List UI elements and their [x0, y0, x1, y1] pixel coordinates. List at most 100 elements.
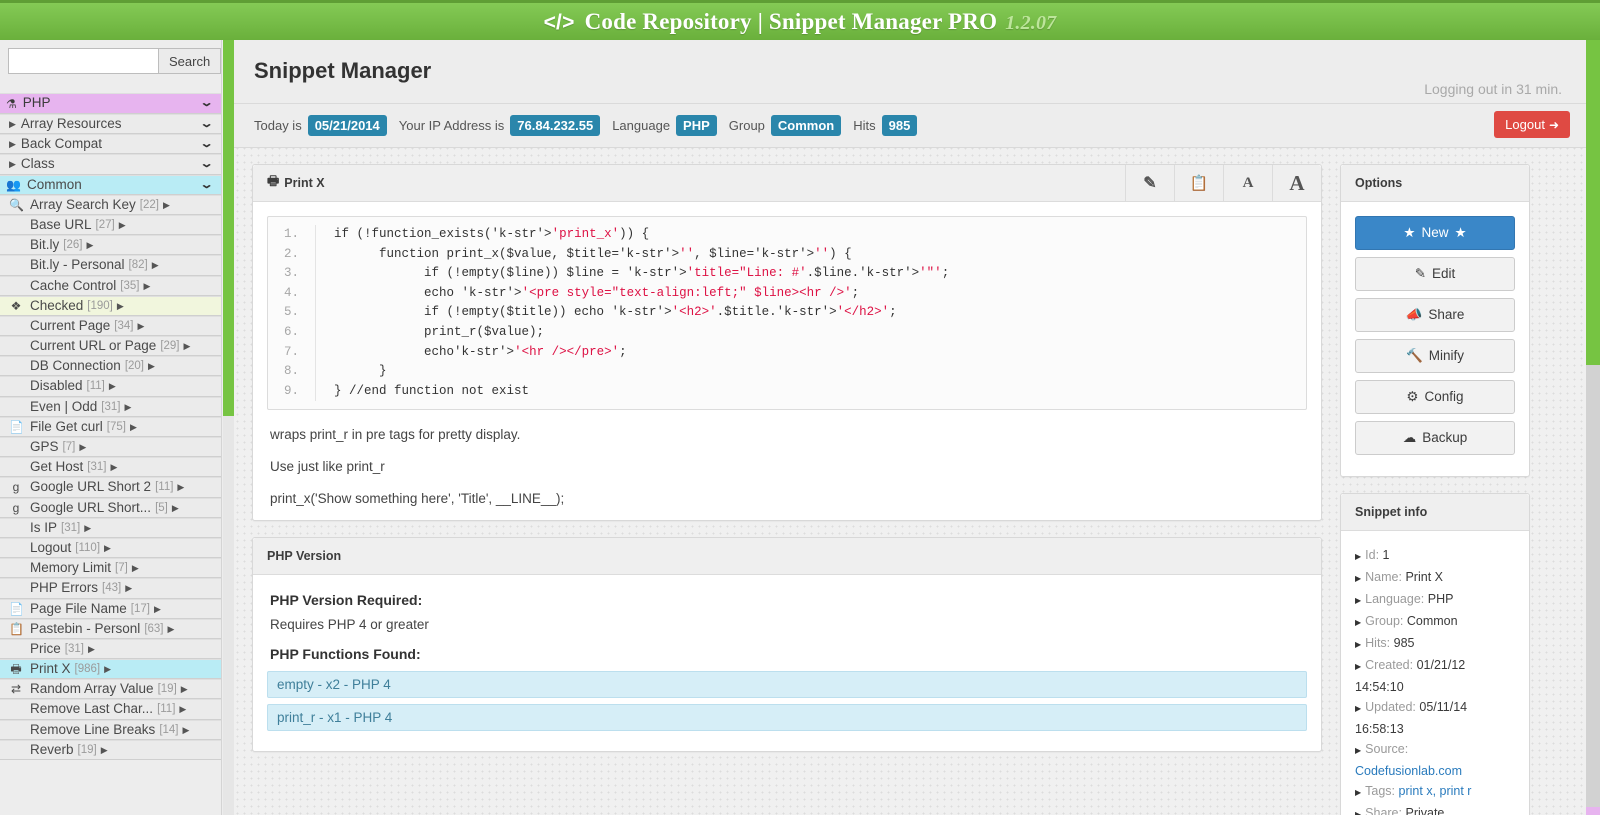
sidebar-snippet-even-odd[interactable]: Even | Odd [31] ▶	[0, 396, 221, 417]
snippet-info-label: Source:	[1365, 742, 1409, 756]
sidebar-snippet-print-x[interactable]: 🖶 Print X [986] ▶	[0, 659, 221, 680]
sidebar-snippet-db-connection[interactable]: DB Connection [20] ▶	[0, 356, 221, 377]
sidebar-snippet-logout[interactable]: Logout [110] ▶	[0, 537, 221, 559]
file-icon: 📄	[9, 601, 24, 616]
triangle-right-icon: ▶	[183, 341, 191, 352]
sidebar-snippet-random-array-value[interactable]: ⇄ Random Array Value [19] ▶	[0, 679, 221, 700]
sidebar-snippet-google-url-short[interactable]: g Google URL Short... [5] ▶	[0, 497, 221, 518]
snippet-info-label: Updated:	[1365, 700, 1416, 714]
triangle-right-icon: ▶	[116, 300, 124, 311]
chevron-down-icon: ⌄	[199, 118, 214, 130]
backup-button[interactable]: ☁ Backup	[1355, 421, 1515, 455]
sidebar-snippet-label: Disabled	[30, 378, 83, 394]
search-input[interactable]	[8, 48, 158, 74]
sidebar-group-array-resources[interactable]: ▶ Array Resources ⌄	[0, 114, 221, 135]
sidebar-snippet-label: Remove Last Char...	[30, 701, 154, 717]
sidebar-snippet-count: [27]	[95, 218, 115, 231]
sidebar-snippet-count: [19]	[77, 743, 97, 756]
php-version-panel-header: PHP Version	[253, 538, 1321, 576]
sidebar-snippet-is-ip[interactable]: Is IP [31] ▶	[0, 517, 221, 538]
snippet-info-row: ▶ Language: PHP	[1355, 589, 1515, 611]
sidebar-language-php[interactable]: ⚗ PHP ⌄	[0, 93, 221, 114]
triangle-right-icon: ▶	[9, 139, 16, 150]
sidebar-snippet-reverb[interactable]: Reverb [19] ▶	[0, 739, 221, 760]
sidebar-snippet-count: [11]	[86, 380, 105, 393]
options-panel-header: Options	[1341, 165, 1529, 202]
page-scrollbar[interactable]	[1586, 40, 1600, 815]
triangle-right-icon: ▶	[124, 401, 132, 412]
code-line-text: if (!function_exists('k-str'>'print_x'))…	[334, 227, 650, 241]
snippet-info-value[interactable]: Codefusionlab.com	[1355, 764, 1462, 778]
chevron-down-icon: ⌄	[199, 178, 214, 191]
config-button[interactable]: ⚙ Config	[1355, 380, 1515, 414]
sidebar-snippet-count: [82]	[128, 259, 148, 272]
minify-button[interactable]: 🔨 Minify	[1355, 339, 1515, 373]
sidebar-snippet-get-host[interactable]: Get Host [31] ▶	[0, 457, 221, 478]
font-larger-icon[interactable]: A	[1272, 164, 1321, 202]
sidebar-snippet-label: PHP Errors	[30, 580, 99, 596]
sidebar-group-back-compat[interactable]: ▶ Back Compat ⌄	[0, 134, 221, 155]
sidebar-snippet-page-file-name[interactable]: 📄 Page File Name [17] ▶	[0, 598, 221, 619]
sidebar-snippet-price[interactable]: Price [31] ▶	[0, 638, 221, 660]
sidebar-snippet-bit-ly[interactable]: Bit.ly [26] ▶	[0, 235, 221, 256]
option-button-label: Config	[1424, 389, 1464, 404]
printer-icon: 🖶	[10, 662, 22, 677]
megaphone-icon: 📣	[1405, 307, 1423, 322]
sidebar-snippet-php-errors[interactable]: PHP Errors [43] ▶	[0, 578, 221, 599]
status-info-bar: Today is 05/21/2014 Your IP Address is 76.8…	[234, 104, 1586, 148]
code-line-text: echo 'k-str'>'<pre style="text-align:lef…	[334, 285, 860, 300]
sidebar-group-class[interactable]: ▶ Class ⌄	[0, 154, 221, 175]
sidebar-snippet-label: Memory Limit	[30, 560, 112, 576]
snippet-description-line: wraps print_r in pre tags for pretty dis…	[270, 427, 521, 443]
sidebar-snippet-memory-limit[interactable]: Memory Limit [7] ▶	[0, 558, 221, 579]
sidebar-snippet-array-search-key[interactable]: 🔍 Array Search Key [22] ▶	[0, 194, 221, 215]
php-function-row: empty - x2 - PHP 4	[267, 671, 1307, 699]
code-block[interactable]: 1. if (!function_exists('k-str'>'print_x'…	[267, 216, 1307, 411]
sidebar-snippet-remove-last-char[interactable]: Remove Last Char... [11] ▶	[0, 699, 221, 720]
sidebar-snippet-remove-line-breaks[interactable]: Remove Line Breaks [14] ▶	[0, 719, 221, 740]
triangle-right-icon: ▶	[151, 260, 159, 271]
sidebar-scrollbar[interactable]	[223, 40, 234, 815]
status-label-your-ip-address-is: Your IP Address is	[398, 118, 505, 133]
sidebar-snippet-cache-control[interactable]: Cache Control [35] ▶	[0, 275, 221, 296]
sidebar-snippet-file-get-curl[interactable]: 📄 File Get curl [75] ▶	[0, 416, 221, 437]
edit-button[interactable]: ✎ Edit	[1355, 257, 1515, 291]
right-column: Options ★ New ★ ✎ Edit 📣 Share 🔨 Minify ⚙ Config ☁ B…	[1340, 164, 1530, 815]
status-badge: 05/21/2014	[307, 115, 387, 136]
sidebar-snippet-google-url-short-2[interactable]: g Google URL Short 2 [11] ▶	[0, 477, 221, 498]
sidebar-snippet-count: [31]	[64, 642, 84, 655]
sidebar-snippet-label: Even | Odd	[30, 398, 98, 414]
sidebar-snippet-gps[interactable]: GPS [7] ▶	[0, 437, 221, 458]
sidebar-snippet-current-page[interactable]: Current Page [34] ▶	[0, 315, 221, 337]
options-panel: Options ★ New ★ ✎ Edit 📣 Share 🔨 Minify ⚙ Config ☁ B…	[1340, 164, 1530, 477]
copy-snippet-icon[interactable]: 📋	[1174, 164, 1223, 202]
new-button[interactable]: ★ New ★	[1355, 216, 1515, 250]
sidebar-group-common[interactable]: 👥 Common ⌄	[0, 174, 221, 195]
edit-snippet-icon[interactable]: ✎	[1125, 164, 1174, 202]
search-button[interactable]: Search	[158, 48, 221, 74]
option-button-label: Edit	[1432, 266, 1456, 281]
sidebar-snippet-bit-ly-personal[interactable]: Bit.ly - Personal [82] ▶	[0, 255, 221, 276]
sidebar-snippet-base-url[interactable]: Base URL [27] ▶	[0, 214, 221, 236]
sidebar-snippet-count: [17]	[130, 602, 150, 615]
snippet-description-line: Use just like print_r	[270, 459, 385, 475]
snippet-info-row: ▶ Group: Common	[1355, 611, 1515, 633]
snippet-info-value[interactable]: print x, print r	[1399, 784, 1472, 798]
sidebar-scrollbar-thumb[interactable]	[223, 40, 234, 416]
triangle-right-icon: ▶	[1355, 704, 1362, 713]
sidebar-snippet-checked[interactable]: ❖ Checked [190] ▶	[0, 295, 221, 316]
sidebar-snippet-label: Random Array Value	[30, 681, 154, 697]
sidebar-snippet-pastebin-personl[interactable]: 📋 Pastebin - Personl [63] ▶	[0, 618, 221, 639]
logout-button[interactable]: Logout ➜	[1494, 111, 1570, 138]
font-smaller-icon[interactable]: A	[1223, 164, 1272, 202]
cloud-download-icon: ☁	[1402, 430, 1417, 445]
snippet-description-line: print_x('Show something here', 'Title', …	[270, 491, 565, 507]
page-scrollbar-thumb[interactable]	[1586, 40, 1600, 365]
triangle-right-icon: ▶	[131, 563, 139, 574]
snippet-info-panel: Snippet info ▶ Id: 1 ▶ Name: Print X ▶ Langua…	[1340, 493, 1530, 815]
star-icon: ★	[1454, 225, 1467, 240]
sidebar-snippet-current-url-or-page[interactable]: Current URL or Page [29] ▶	[0, 336, 221, 357]
sidebar-snippet-disabled[interactable]: Disabled [11] ▶	[0, 376, 221, 397]
share-button[interactable]: 📣 Share	[1355, 298, 1515, 332]
php-functions-label: PHP Functions Found:	[270, 646, 421, 663]
